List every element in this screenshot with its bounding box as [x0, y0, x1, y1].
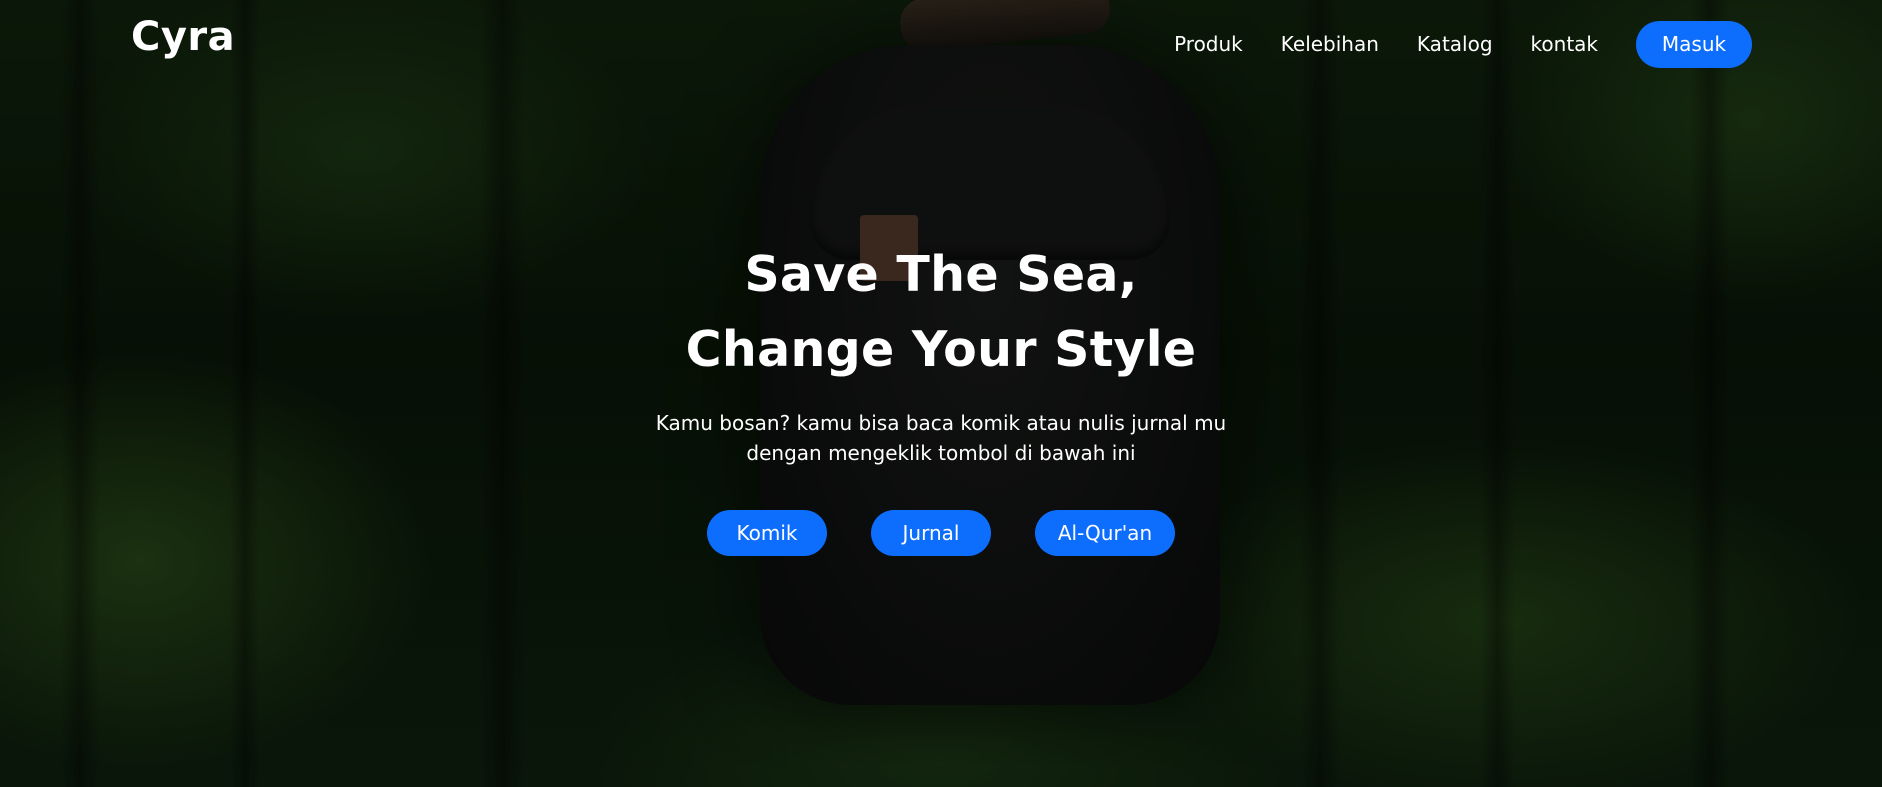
jurnal-button[interactable]: Jurnal — [871, 510, 991, 556]
nav-link-produk[interactable]: Produk — [1174, 20, 1243, 68]
navbar: Cyra Produk Kelebihan Katalog kontak Mas… — [0, 0, 1882, 90]
hero-subtitle-line-2: dengan mengeklik tombol di bawah ini — [746, 441, 1136, 465]
hero-button-group: Komik Jurnal Al-Qur'an — [0, 510, 1882, 556]
hero-dark-overlay — [0, 0, 1882, 787]
hero-subtitle-line-1: Kamu bosan? kamu bisa baca komik atau nu… — [655, 411, 1227, 435]
hero-title-line-1: Save The Sea, — [744, 246, 1138, 303]
hero-title-line-2: Change Your Style — [685, 321, 1197, 378]
hero-section: Cyra Produk Kelebihan Katalog kontak Mas… — [0, 0, 1882, 787]
alquran-button[interactable]: Al-Qur'an — [1035, 510, 1175, 556]
nav-links: Produk Kelebihan Katalog kontak Masuk — [1174, 20, 1752, 68]
komik-button[interactable]: Komik — [707, 510, 827, 556]
nav-link-kelebihan[interactable]: Kelebihan — [1281, 20, 1379, 68]
brand-logo[interactable]: Cyra — [131, 14, 235, 60]
nav-link-katalog[interactable]: Katalog — [1417, 20, 1493, 68]
login-button[interactable]: Masuk — [1636, 20, 1752, 68]
nav-link-kontak[interactable]: kontak — [1531, 20, 1598, 68]
